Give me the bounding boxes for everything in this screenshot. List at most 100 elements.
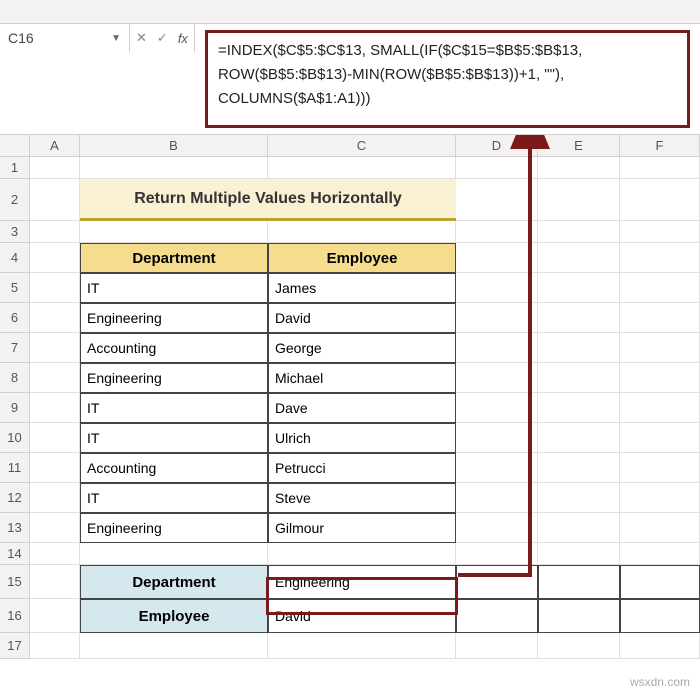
cell[interactable] xyxy=(30,273,80,303)
row-header-14[interactable]: 14 xyxy=(0,543,30,565)
col-header-F[interactable]: F xyxy=(620,135,700,157)
table-header-dept[interactable]: Department xyxy=(80,243,268,273)
row-header-15[interactable]: 15 xyxy=(0,565,30,599)
cell[interactable] xyxy=(456,333,538,363)
cell[interactable] xyxy=(538,565,620,599)
cell[interactable] xyxy=(80,543,268,565)
table-row[interactable]: Petrucci xyxy=(268,453,456,483)
cell[interactable] xyxy=(620,543,700,565)
table-row[interactable]: Gilmour xyxy=(268,513,456,543)
table-row[interactable]: IT xyxy=(80,393,268,423)
cell[interactable] xyxy=(268,633,456,659)
cell[interactable] xyxy=(538,633,620,659)
table-row[interactable]: Engineering xyxy=(80,363,268,393)
cell[interactable] xyxy=(620,243,700,273)
cell[interactable] xyxy=(620,483,700,513)
row-header-3[interactable]: 3 xyxy=(0,221,30,243)
accept-icon[interactable]: ✓ xyxy=(157,30,168,46)
row-header-5[interactable]: 5 xyxy=(0,273,30,303)
cell[interactable] xyxy=(538,179,620,221)
table-row[interactable]: IT xyxy=(80,273,268,303)
table-row[interactable]: Engineering xyxy=(80,303,268,333)
table-row[interactable]: Accounting xyxy=(80,333,268,363)
col-header-B[interactable]: B xyxy=(80,135,268,157)
cell[interactable] xyxy=(620,423,700,453)
cell[interactable] xyxy=(620,273,700,303)
row-header-13[interactable]: 13 xyxy=(0,513,30,543)
cell[interactable] xyxy=(538,333,620,363)
table-row[interactable]: IT xyxy=(80,483,268,513)
table-row[interactable]: Ulrich xyxy=(268,423,456,453)
worksheet[interactable]: A B C D E F 1 2 Return Multiple Values H… xyxy=(0,135,700,659)
cell[interactable] xyxy=(620,599,700,633)
cell[interactable] xyxy=(620,303,700,333)
cell[interactable] xyxy=(456,303,538,333)
table-row[interactable]: Accounting xyxy=(80,453,268,483)
cell[interactable] xyxy=(80,157,268,179)
cell[interactable] xyxy=(30,243,80,273)
table-row[interactable]: James xyxy=(268,273,456,303)
row-header-11[interactable]: 11 xyxy=(0,453,30,483)
cell[interactable] xyxy=(620,513,700,543)
table-row[interactable]: IT xyxy=(80,423,268,453)
table-row[interactable]: George xyxy=(268,333,456,363)
row-header-12[interactable]: 12 xyxy=(0,483,30,513)
cell[interactable] xyxy=(456,565,538,599)
cell[interactable] xyxy=(538,599,620,633)
table-row[interactable]: Engineering xyxy=(80,513,268,543)
cell[interactable] xyxy=(30,599,80,633)
cell[interactable] xyxy=(620,565,700,599)
cancel-icon[interactable]: ✕ xyxy=(136,30,147,46)
cell[interactable] xyxy=(538,483,620,513)
row-header-10[interactable]: 10 xyxy=(0,423,30,453)
row-header-7[interactable]: 7 xyxy=(0,333,30,363)
cell[interactable] xyxy=(456,483,538,513)
page-title[interactable]: Return Multiple Values Horizontally xyxy=(80,179,456,221)
row-header-4[interactable]: 4 xyxy=(0,243,30,273)
cell[interactable] xyxy=(456,599,538,633)
cell[interactable] xyxy=(456,453,538,483)
cell[interactable] xyxy=(456,513,538,543)
cell[interactable] xyxy=(30,513,80,543)
cell[interactable] xyxy=(538,513,620,543)
cell[interactable] xyxy=(620,453,700,483)
cell[interactable] xyxy=(456,633,538,659)
row-header-6[interactable]: 6 xyxy=(0,303,30,333)
table-row[interactable]: Steve xyxy=(268,483,456,513)
cell[interactable] xyxy=(30,157,80,179)
cell[interactable] xyxy=(456,393,538,423)
row-header-1[interactable]: 1 xyxy=(0,157,30,179)
cell[interactable] xyxy=(538,303,620,333)
col-header-D[interactable]: D xyxy=(456,135,538,157)
row-header-8[interactable]: 8 xyxy=(0,363,30,393)
cell[interactable] xyxy=(80,221,268,243)
name-box[interactable]: C16 ▼ xyxy=(0,24,130,52)
cell[interactable] xyxy=(620,333,700,363)
cell[interactable] xyxy=(620,393,700,423)
cell[interactable] xyxy=(620,157,700,179)
cell[interactable] xyxy=(538,393,620,423)
cell[interactable] xyxy=(30,633,80,659)
row-header-16[interactable]: 16 xyxy=(0,599,30,633)
cell[interactable] xyxy=(268,157,456,179)
row-header-2[interactable]: 2 xyxy=(0,179,30,221)
cell[interactable] xyxy=(620,363,700,393)
formula-input[interactable]: =INDEX($C$5:$C$13, SMALL(IF($C$15=$B$5:$… xyxy=(205,30,690,128)
cell[interactable] xyxy=(456,363,538,393)
cell[interactable] xyxy=(268,543,456,565)
cell[interactable] xyxy=(538,221,620,243)
col-header-C[interactable]: C xyxy=(268,135,456,157)
cell[interactable] xyxy=(456,423,538,453)
cell[interactable] xyxy=(30,221,80,243)
lookup-dept-value[interactable]: Engineering xyxy=(268,565,456,599)
cell[interactable] xyxy=(456,179,538,221)
cell[interactable] xyxy=(30,453,80,483)
table-row[interactable]: Dave xyxy=(268,393,456,423)
chevron-down-icon[interactable]: ▼ xyxy=(111,33,121,44)
fx-icon[interactable]: fx xyxy=(178,31,188,46)
cell[interactable] xyxy=(30,179,80,221)
cell[interactable] xyxy=(30,483,80,513)
col-header-E[interactable]: E xyxy=(538,135,620,157)
row-header-17[interactable]: 17 xyxy=(0,633,30,659)
cell[interactable] xyxy=(620,179,700,221)
